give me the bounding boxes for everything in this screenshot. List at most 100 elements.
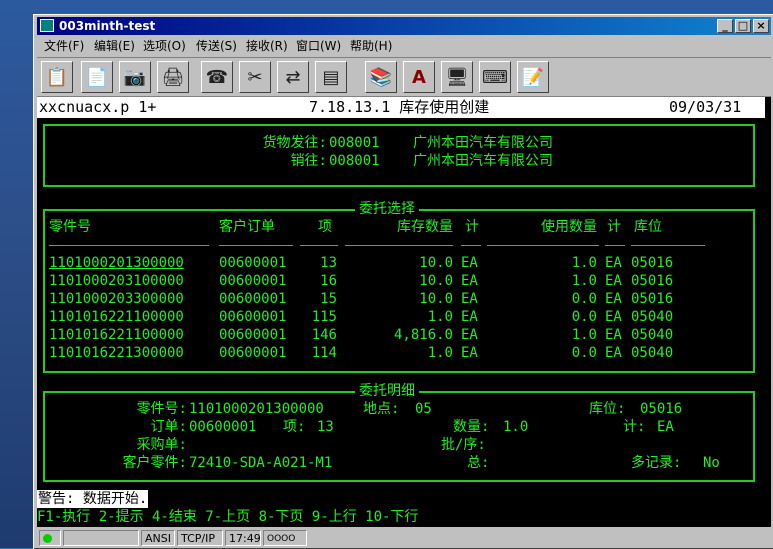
col-part: 零件号 <box>49 219 91 235</box>
cell-part: 1101000203300000 <box>49 291 184 307</box>
detail-lot-label: 批/序: <box>441 437 486 453</box>
screen-title: 7.18.13.1 库存使用创建 <box>309 98 490 116</box>
detail-um-value[interactable]: EA <box>657 418 674 436</box>
books-icon[interactable]: 📚 <box>365 61 397 93</box>
cell-um2: EA <box>605 255 622 271</box>
detail-line-value[interactable]: 13 <box>317 418 334 436</box>
print-icon[interactable]: 🖨 <box>157 61 189 93</box>
detail-cust-part-value[interactable]: 72410-SDA-A021-M1 <box>189 454 332 472</box>
transfer-icon[interactable]: ⇄ <box>277 61 309 93</box>
cell-loc: 05040 <box>631 309 674 325</box>
detail-loc-value[interactable]: 05016 <box>640 400 682 418</box>
cell-used: 1.0 <box>571 255 597 271</box>
col-rule-um1 <box>461 245 481 246</box>
minimize-button[interactable]: _ <box>717 19 733 33</box>
layout-icon[interactable]: ▤ <box>315 61 347 93</box>
cell-um1: EA <box>461 309 478 325</box>
cell-line: 13 <box>320 255 337 271</box>
cell-um2: EA <box>605 345 622 361</box>
menu-bar: 文件(F) 编辑(E) 选项(O) 传送(S) 接收(R) 窗口(W) 帮助(H… <box>37 37 771 55</box>
screen-header: xxcnuacx.p 1+ 7.18.13.1 库存使用创建 09/03/31 <box>37 97 765 118</box>
menu-receive[interactable]: 接收(R) <box>246 37 288 55</box>
col-loc: 库位 <box>634 219 662 235</box>
cell-um2: EA <box>605 273 622 289</box>
warning-message: 警告: 数据开始. <box>37 490 149 508</box>
cell-um1: EA <box>461 345 478 361</box>
detail-multi-value[interactable]: No <box>703 454 720 472</box>
col-rule-part <box>49 245 209 246</box>
detail-site-value[interactable]: 05 <box>415 400 432 418</box>
menu-help[interactable]: 帮助(H) <box>350 37 392 55</box>
col-rule-stock <box>345 245 453 246</box>
toolbar: 📋 📄 📷 🖨 ☎ ✂ ⇄ ▤ 📚 A 🖥 ⌨ 📝 <box>37 57 771 97</box>
sold-to-code: 008001 <box>329 153 380 169</box>
copy-icon[interactable]: 📄 <box>81 61 113 93</box>
phone-icon[interactable]: ☎ <box>201 61 233 93</box>
detail-site-label: 地点: <box>363 401 400 417</box>
ship-to-name: 广州本田汽车有限公司 <box>413 135 553 151</box>
col-rule-loc <box>631 245 705 246</box>
cell-used: 0.0 <box>571 309 597 325</box>
ship-to-label: 货物发往: <box>262 135 327 151</box>
col-used: 使用数量 <box>541 219 597 235</box>
detail-line-label: 项: <box>283 419 306 435</box>
menu-send[interactable]: 传送(S) <box>196 37 237 55</box>
cell-part: 1101000201300000 <box>49 255 184 271</box>
sold-to-name: 广州本田汽车有限公司 <box>413 153 553 169</box>
terminal-screen[interactable]: xxcnuacx.p 1+ 7.18.13.1 库存使用创建 09/03/31 … <box>37 97 771 527</box>
status-ansi: ANSI <box>141 530 175 546</box>
status-time: 17:49 <box>225 530 261 546</box>
col-rule-order <box>219 245 293 246</box>
cell-um1: EA <box>461 291 478 307</box>
detail-part-label: 零件号: <box>136 401 187 417</box>
col-um2: 计 <box>607 219 621 235</box>
detail-part-value[interactable]: 1101000201300000 <box>189 400 324 418</box>
camera-icon[interactable]: 📷 <box>119 61 151 93</box>
maximize-button[interactable]: □ <box>735 19 751 33</box>
detail-multi-label: 多记录: <box>631 455 682 471</box>
program-name: xxcnuacx.p 1+ <box>39 98 157 116</box>
selection-legend: 委托选择 <box>355 200 419 218</box>
menu-edit[interactable]: 编辑(E) <box>94 37 135 55</box>
col-stock: 库存数量 <box>397 219 453 235</box>
cell-um2: EA <box>605 327 622 343</box>
cell-loc: 05040 <box>631 327 674 343</box>
screen-date: 09/03/31 <box>669 98 742 116</box>
cell-um1: EA <box>461 273 478 289</box>
detail-order-value[interactable]: 00600001 <box>189 418 256 436</box>
cell-stock: 1.0 <box>427 309 453 325</box>
detail-order-label: 订单: <box>150 419 187 435</box>
title-bar[interactable]: 003minth-test _ □ × <box>37 17 771 35</box>
cell-stock: 10.0 <box>419 273 453 289</box>
detail-cust-part-label: 客户零件: <box>122 455 187 471</box>
cell-stock: 10.0 <box>419 255 453 271</box>
cell-part: 1101016221100000 <box>49 327 184 343</box>
computer-icon[interactable]: 🖥 <box>441 61 473 93</box>
menu-window[interactable]: 窗口(W) <box>296 37 341 55</box>
menu-file[interactable]: 文件(F) <box>44 37 84 55</box>
menu-options[interactable]: 选项(O) <box>143 37 186 55</box>
cell-used: 1.0 <box>571 327 597 343</box>
function-keys: F1-执行 2-提示 4-结束 7-上页 8-下页 9-上行 10-下行 <box>37 509 419 525</box>
cell-um2: EA <box>605 309 622 325</box>
notepad-icon[interactable]: 📝 <box>517 61 549 93</box>
cell-stock: 10.0 <box>419 291 453 307</box>
cell-um1: EA <box>461 327 478 343</box>
cell-line: 114 <box>311 345 337 361</box>
col-rule-um2 <box>605 245 625 246</box>
spell-check-icon[interactable]: A <box>403 61 435 93</box>
window-title: 003minth-test <box>59 19 156 33</box>
status-protocol: TCP/IP <box>177 530 223 546</box>
cell-part: 1101016221100000 <box>49 309 184 325</box>
close-button[interactable]: × <box>753 19 769 33</box>
ship-to-code: 008001 <box>329 135 380 151</box>
cell-line: 16 <box>320 273 337 289</box>
status-leds: OOOO <box>263 530 307 546</box>
disconnect-icon[interactable]: ✂ <box>239 61 271 93</box>
paste-icon[interactable]: 📋 <box>41 61 73 93</box>
status-bar: ANSI TCP/IP 17:49 OOOO <box>37 529 771 547</box>
detail-qty-value[interactable]: 1.0 <box>503 418 528 436</box>
cell-loc: 05016 <box>631 255 674 271</box>
col-order: 客户订单 <box>219 219 275 235</box>
keyboard-icon[interactable]: ⌨ <box>479 61 511 93</box>
